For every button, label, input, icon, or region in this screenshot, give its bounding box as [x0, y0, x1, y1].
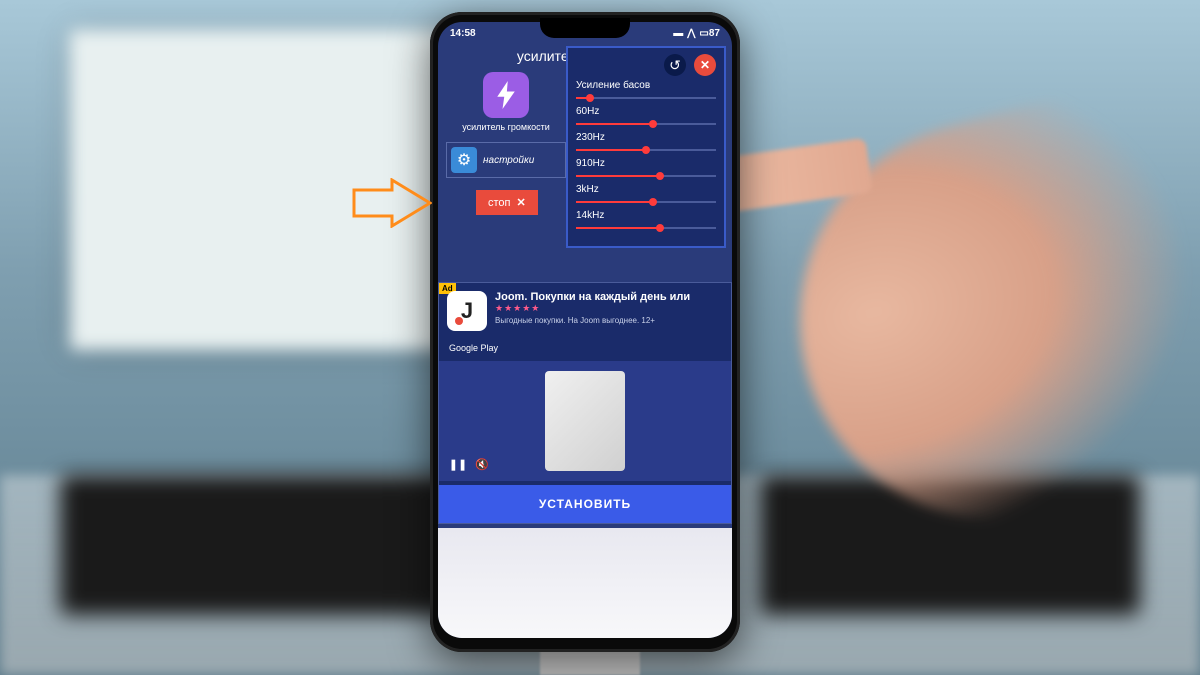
eq-band-label: 910Hz: [576, 158, 716, 169]
install-button[interactable]: УСТАНОВИТЬ: [439, 485, 731, 523]
eq-slider[interactable]: [576, 196, 716, 208]
slider-thumb-icon[interactable]: [649, 120, 657, 128]
slider-thumb-icon[interactable]: [649, 198, 657, 206]
volume-booster-label: усилитель громкости: [462, 122, 550, 132]
settings-button[interactable]: ⚙ настройки: [446, 142, 566, 178]
ad-video[interactable]: ❚❚ 🔇: [439, 361, 731, 481]
gear-icon: ⚙: [451, 147, 477, 173]
video-thumbnail: [545, 371, 625, 471]
eq-band-label: 230Hz: [576, 132, 716, 143]
phone-screen: 14:58 ▬ ⋀ ▭87 усилитель громкости усилит…: [438, 22, 732, 638]
slider-thumb-icon[interactable]: [586, 94, 594, 102]
signal-icon: ▬: [673, 28, 683, 39]
ad-subtitle: Выгодные покупки. На Joom выгоднее. 12+: [495, 316, 723, 325]
phone-notch: [540, 18, 630, 38]
eq-slider[interactable]: [576, 118, 716, 130]
bottom-area: [438, 528, 732, 638]
annotation-arrow-icon: [352, 178, 432, 228]
close-icon: ✕: [700, 58, 710, 72]
mute-button[interactable]: 🔇: [473, 455, 491, 473]
eq-band-label: 60Hz: [576, 106, 716, 117]
wifi-icon: ⋀: [687, 28, 695, 39]
slider-thumb-icon[interactable]: [656, 224, 664, 232]
eq-slider[interactable]: [576, 170, 716, 182]
volume-booster-tile[interactable]: усилитель громкости: [446, 72, 566, 132]
status-icons: ▬ ⋀ ▭87: [673, 28, 720, 39]
pause-icon: ❚❚: [449, 458, 467, 471]
reset-button[interactable]: ↺: [664, 54, 686, 76]
settings-label: настройки: [483, 155, 534, 166]
status-time: 14:58: [450, 28, 476, 39]
pause-button[interactable]: ❚❚: [449, 455, 467, 473]
eq-band: 910Hz: [576, 158, 716, 182]
ad-title: Joom. Покупки на каждый день или: [495, 291, 723, 303]
ad-app-icon[interactable]: J: [447, 291, 487, 331]
close-button[interactable]: ✕: [694, 54, 716, 76]
stop-label: стоп: [488, 197, 511, 209]
close-icon: ✕: [517, 196, 526, 209]
eq-band-label: 14kHz: [576, 210, 716, 221]
eq-band-label: 3kHz: [576, 184, 716, 195]
eq-band: 3kHz: [576, 184, 716, 208]
eq-slider[interactable]: [576, 144, 716, 156]
eq-band: 60Hz: [576, 106, 716, 130]
eq-slider[interactable]: [576, 92, 716, 104]
slider-thumb-icon[interactable]: [656, 172, 664, 180]
ad-rating: ★★★★★: [495, 303, 723, 314]
slider-thumb-icon[interactable]: [642, 146, 650, 154]
stop-button[interactable]: стоп ✕: [476, 190, 538, 215]
ad-store-label: Google Play: [439, 339, 731, 357]
undo-icon: ↺: [669, 57, 681, 74]
background-keyboard-left: [60, 475, 480, 615]
eq-band-label: Усиление басов: [576, 80, 716, 91]
eq-band: 14kHz: [576, 210, 716, 234]
equalizer-panel: ↺ ✕ Усиление басов 60Hz 230Hz 910Hz 3kHz 14kH…: [566, 46, 726, 248]
bolt-icon: [483, 72, 529, 118]
battery-icon: ▭87: [699, 28, 720, 39]
mute-icon: 🔇: [475, 458, 489, 471]
eq-band: Усиление басов: [576, 80, 716, 104]
ad-banner: Ad J Joom. Покупки на каждый день или ★★…: [438, 282, 732, 524]
phone-frame: 14:58 ▬ ⋀ ▭87 усилитель громкости усилит…: [430, 12, 740, 652]
eq-band: 230Hz: [576, 132, 716, 156]
eq-slider[interactable]: [576, 222, 716, 234]
